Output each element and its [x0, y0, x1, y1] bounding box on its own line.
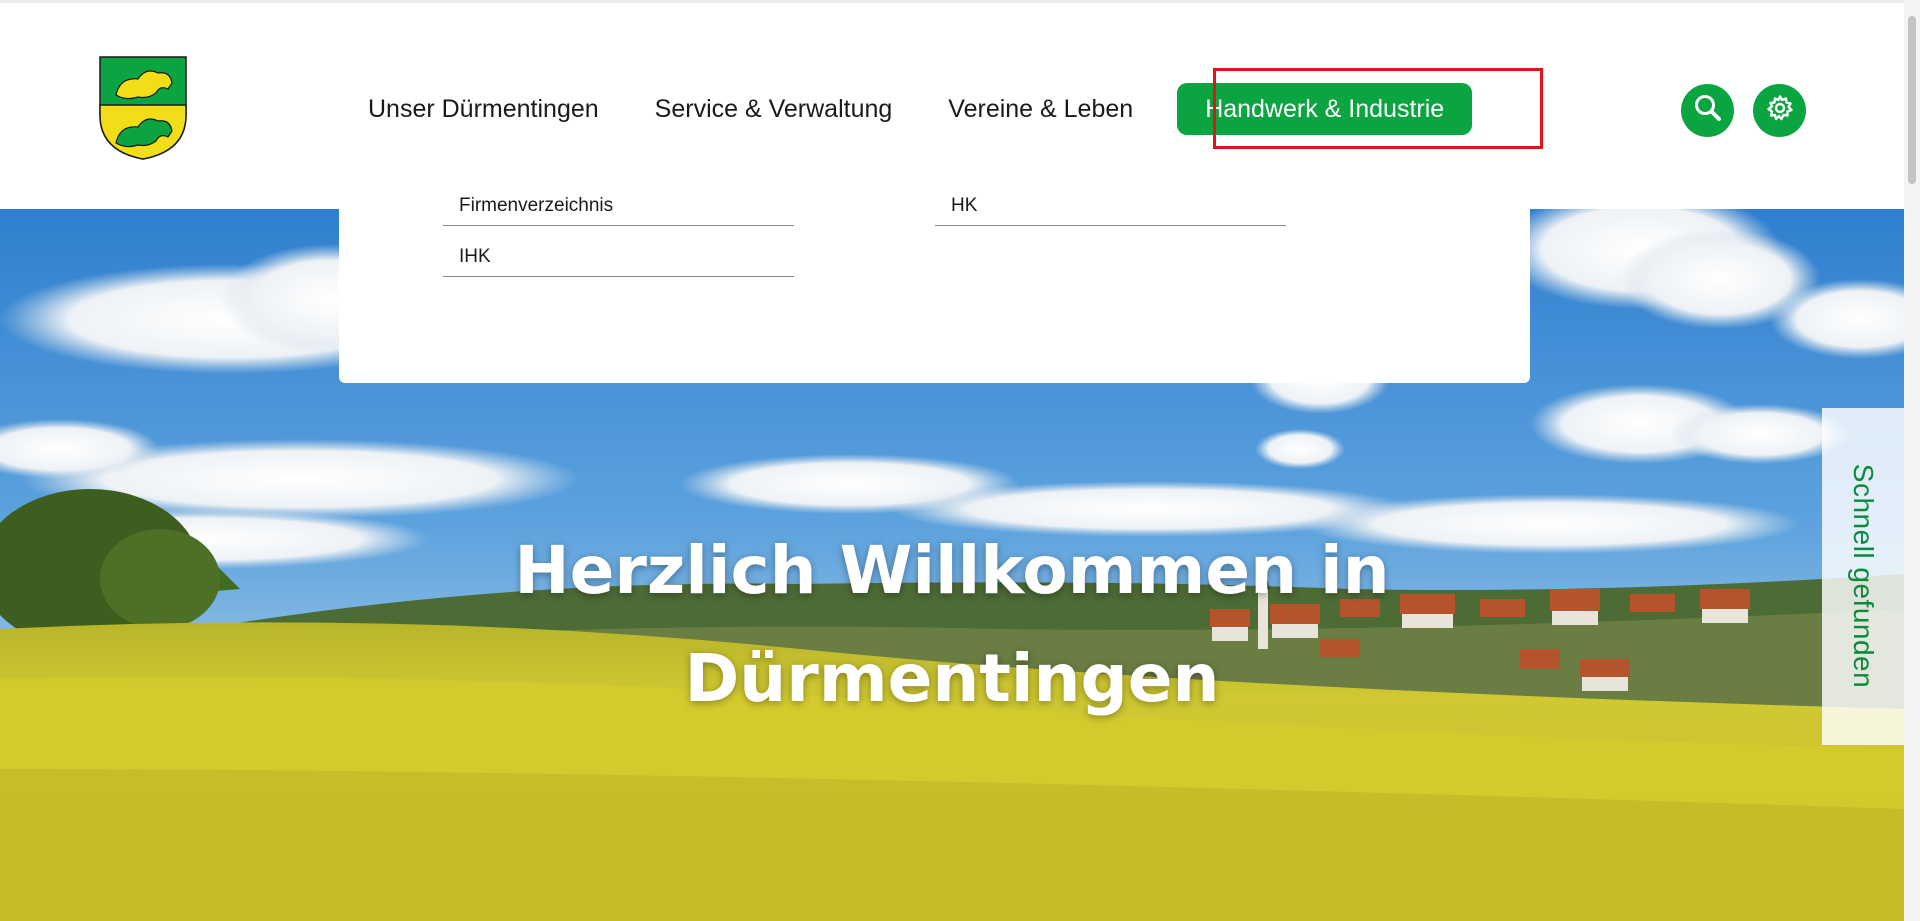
- quick-access-label: Schnell gefunden: [1848, 463, 1879, 689]
- dropdown-link-hk[interactable]: HK: [935, 194, 1286, 226]
- site-header: Unser Dürmentingen Service & Verwaltung …: [0, 0, 1904, 209]
- nav-item-handwerk-industrie[interactable]: Handwerk & Industrie: [1177, 83, 1473, 135]
- main-navigation: Unser Dürmentingen Service & Verwaltung …: [340, 83, 1473, 135]
- scrollbar-thumb[interactable]: [1908, 16, 1916, 184]
- dropdown-link-ihk[interactable]: IHK: [443, 245, 794, 277]
- scrollbar[interactable]: [1904, 0, 1920, 921]
- coat-of-arms-logo[interactable]: [98, 55, 188, 161]
- page: Herzlich Willkommen in Dürmentingen Unse…: [0, 0, 1920, 921]
- dropdown-menu-handwerk-industrie: Firmenverzeichnis HK IHK: [339, 195, 1530, 383]
- hero-title-line-2: Dürmentingen: [684, 640, 1220, 717]
- nav-item-unser-duermentingen[interactable]: Unser Dürmentingen: [340, 83, 627, 135]
- settings-button[interactable]: [1753, 84, 1806, 137]
- gear-icon: [1766, 94, 1794, 127]
- dropdown-link-firmenverzeichnis[interactable]: Firmenverzeichnis: [443, 194, 794, 226]
- hero-title-line-1: Herzlich Willkommen in: [514, 532, 1390, 609]
- search-button[interactable]: [1681, 84, 1734, 137]
- hero-title: Herzlich Willkommen in Dürmentingen: [352, 517, 1552, 733]
- quick-access-tab[interactable]: Schnell gefunden: [1822, 408, 1904, 745]
- search-icon: [1693, 93, 1723, 128]
- nav-item-service-verwaltung[interactable]: Service & Verwaltung: [627, 83, 921, 135]
- nav-item-vereine-leben[interactable]: Vereine & Leben: [920, 83, 1161, 135]
